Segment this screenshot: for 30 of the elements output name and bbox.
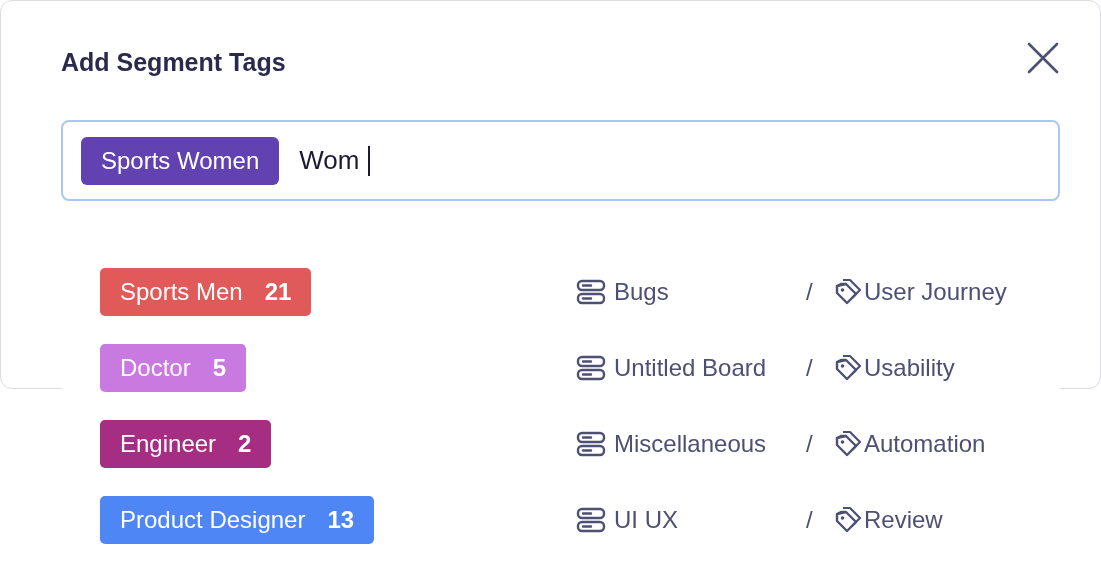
path-separator: / — [806, 506, 813, 533]
tags-icon — [834, 429, 864, 459]
board-name: Untitled Board — [614, 353, 767, 383]
suggestion-tag[interactable]: Engineer 2 — [100, 420, 272, 468]
board-icon — [576, 277, 606, 307]
dialog-title: Add Segment Tags — [61, 47, 286, 77]
tags-icon — [834, 353, 864, 383]
tag-input-field[interactable]: Sports Women Wom — [61, 120, 1060, 201]
board-icon — [576, 429, 606, 459]
suggestion-tag[interactable]: Product Designer 13 — [100, 496, 375, 544]
suggestion-tag[interactable]: Sports Men 21 — [100, 268, 312, 316]
tags-icon — [834, 505, 864, 535]
close-button[interactable] — [1026, 41, 1060, 75]
path-separator: / — [806, 430, 813, 457]
board-name: Miscellaneous — [614, 429, 767, 459]
text-cursor — [367, 145, 370, 176]
tag-name: User Journey — [864, 277, 1007, 307]
board-icon — [576, 353, 606, 383]
board-name: Bugs — [614, 277, 669, 307]
tag-name: Usability — [864, 353, 955, 383]
typed-text: Wom — [299, 144, 360, 177]
path-separator: / — [806, 354, 813, 381]
tag-name: Automation — [864, 429, 986, 459]
tag-name: Review — [864, 505, 943, 535]
path-separator: / — [806, 278, 813, 305]
tag-chip[interactable]: Sports Women — [81, 136, 280, 185]
close-icon — [1026, 41, 1060, 75]
board-name: UI UX — [614, 505, 678, 535]
tags-icon — [834, 277, 864, 307]
board-icon — [576, 505, 606, 535]
